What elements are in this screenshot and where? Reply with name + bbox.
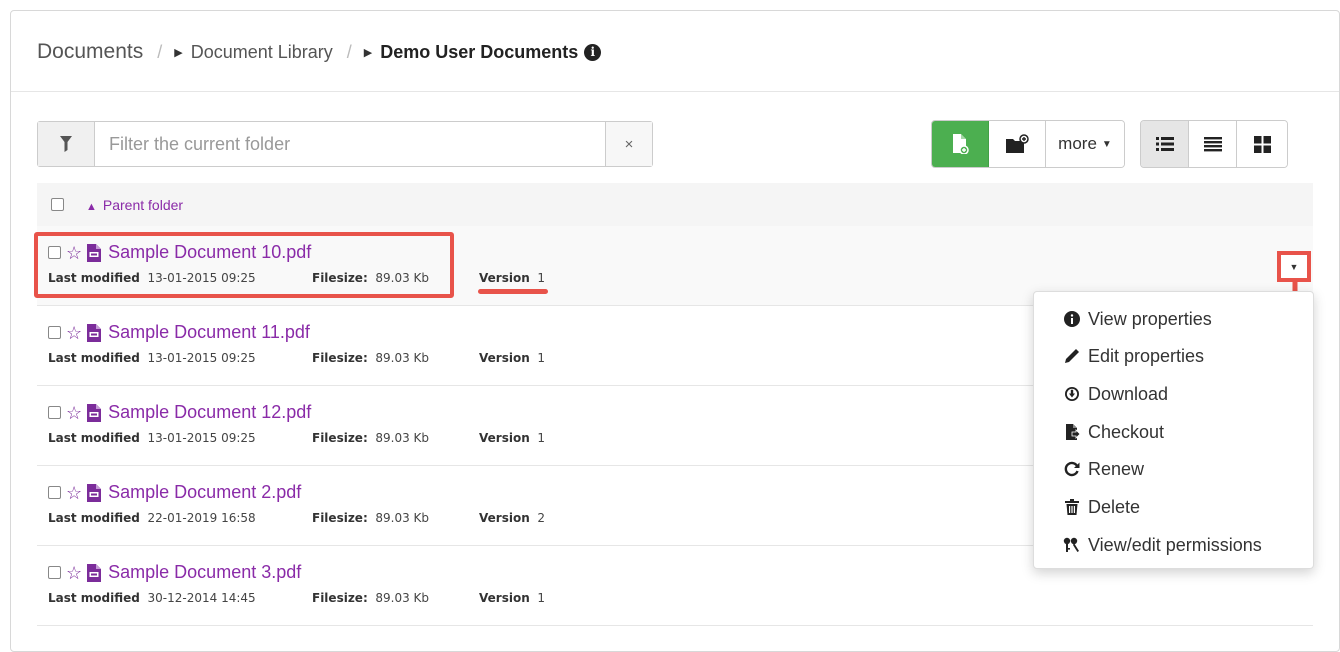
pdf-file-icon [87,483,102,502]
new-folder-icon [1006,134,1029,153]
version-label: Version [479,591,530,605]
version-value: 1 [537,431,546,445]
version-label: Version [479,351,530,365]
create-toolbar: more ▼ [931,120,1125,168]
menu-view-edit-permissions[interactable]: View/edit permissions [1062,533,1262,557]
grid-icon [1253,135,1271,153]
breadcrumb-current: Demo User Documents [380,41,579,62]
menu-edit-properties[interactable]: Edit properties [1062,344,1204,368]
parent-folder-link[interactable]: ▲ Parent folder [86,197,183,213]
pencil-icon [1062,348,1082,364]
filesize-value: 89.03 Kb [375,511,430,525]
filesize-value: 89.03 Kb [375,431,430,445]
document-name-link[interactable]: Sample Document 11.pdf [108,322,310,343]
star-icon[interactable]: ☆ [66,404,82,422]
version-label: Version [479,271,530,285]
trash-icon [1062,499,1082,515]
view-simple-button[interactable] [1189,121,1237,167]
filter-button[interactable] [38,122,95,166]
highlight-box [34,232,454,298]
last-modified-label: Last modified [48,591,140,605]
row-actions-toggle[interactable]: ▼ [1277,251,1311,282]
row-checkbox[interactable] [48,326,61,339]
more-button[interactable]: more ▼ [1046,121,1124,167]
last-modified-value: 30-12-2014 14:45 [147,591,256,605]
document-name-link[interactable]: Sample Document 12.pdf [108,402,311,423]
pdf-file-icon [87,323,102,342]
list-header: ▲ Parent folder [37,183,1313,227]
row-title-line: ☆ Sample Document 3.pdf [48,562,301,583]
chevron-up-icon: ▲ [86,200,97,213]
list-detailed-icon [1155,137,1174,151]
version-value: 2 [537,511,546,525]
list-simple-icon [1203,137,1222,152]
info-icon [1062,311,1082,327]
clear-filter-button[interactable]: × [605,122,652,166]
version-value: 1 [537,271,546,285]
breadcrumb-separator: / [346,41,352,62]
caret-down-icon: ▼ [1101,138,1112,150]
refresh-icon [1062,461,1082,477]
star-icon[interactable]: ☆ [66,324,82,342]
version-label: Version [479,511,530,525]
header-divider [11,91,1339,92]
menu-checkout[interactable]: Checkout [1062,420,1164,444]
info-icon[interactable]: i [584,43,602,61]
filter-input[interactable] [95,122,605,166]
download-icon [1062,386,1082,402]
filesize-label: Filesize: [312,511,368,525]
menu-delete[interactable]: Delete [1062,495,1140,519]
caret-right-icon: ▶ [363,46,373,59]
version-underline [478,289,548,294]
menu-renew[interactable]: Renew [1062,457,1144,481]
breadcrumb-document-library[interactable]: Document Library [191,42,333,63]
more-label: more [1058,134,1097,153]
star-icon[interactable]: ☆ [66,484,82,502]
breadcrumb-separator: / [157,41,163,62]
row-checkbox[interactable] [48,406,61,419]
filesize-label: Filesize: [312,591,368,605]
menu-view-properties[interactable]: View properties [1062,307,1212,331]
version-value: 1 [537,351,546,365]
view-toolbar [1140,120,1288,168]
new-document-button[interactable] [932,121,989,167]
filesize-value: 89.03 Kb [375,351,430,365]
checkout-icon [1062,424,1082,440]
row-actions-menu: View properties Edit properties Download… [1033,291,1314,569]
filesize-label: Filesize: [312,431,368,445]
caret-right-icon: ▶ [174,46,183,59]
last-modified-label: Last modified [48,351,140,365]
menu-download[interactable]: Download [1062,382,1168,406]
last-modified-value: 22-01-2019 16:58 [147,511,256,525]
row-checkbox[interactable] [48,486,61,499]
star-icon[interactable]: ☆ [66,564,82,582]
select-all-checkbox[interactable] [51,198,64,211]
keys-icon [1062,537,1082,553]
version-label: Version [479,431,530,445]
last-modified-value: 13-01-2015 09:25 [147,351,256,365]
breadcrumb: Documents / ▶ Document Library / ▶ Demo … [37,37,602,67]
document-name-link[interactable]: Sample Document 2.pdf [108,482,301,503]
filesize-label: Filesize: [312,351,368,365]
version-value: 1 [537,591,546,605]
row-title-line: ☆ Sample Document 12.pdf [48,402,311,423]
row-title-line: ☆ Sample Document 2.pdf [48,482,301,503]
new-folder-button[interactable] [989,121,1046,167]
view-gallery-button[interactable] [1237,121,1287,167]
filter-bar: × [37,121,653,167]
last-modified-label: Last modified [48,511,140,525]
pdf-file-icon [87,403,102,422]
pdf-file-icon [87,563,102,582]
view-detailed-button[interactable] [1141,121,1189,167]
breadcrumb-root[interactable]: Documents [37,40,143,64]
filesize-value: 89.03 Kb [375,591,430,605]
last-modified-label: Last modified [48,431,140,445]
row-checkbox[interactable] [48,566,61,579]
last-modified-value: 13-01-2015 09:25 [147,431,256,445]
caret-down-icon: ▼ [1289,261,1299,272]
filter-icon [60,136,72,152]
document-name-link[interactable]: Sample Document 3.pdf [108,562,301,583]
new-document-icon [953,134,969,154]
row-title-line: ☆ Sample Document 11.pdf [48,322,310,343]
